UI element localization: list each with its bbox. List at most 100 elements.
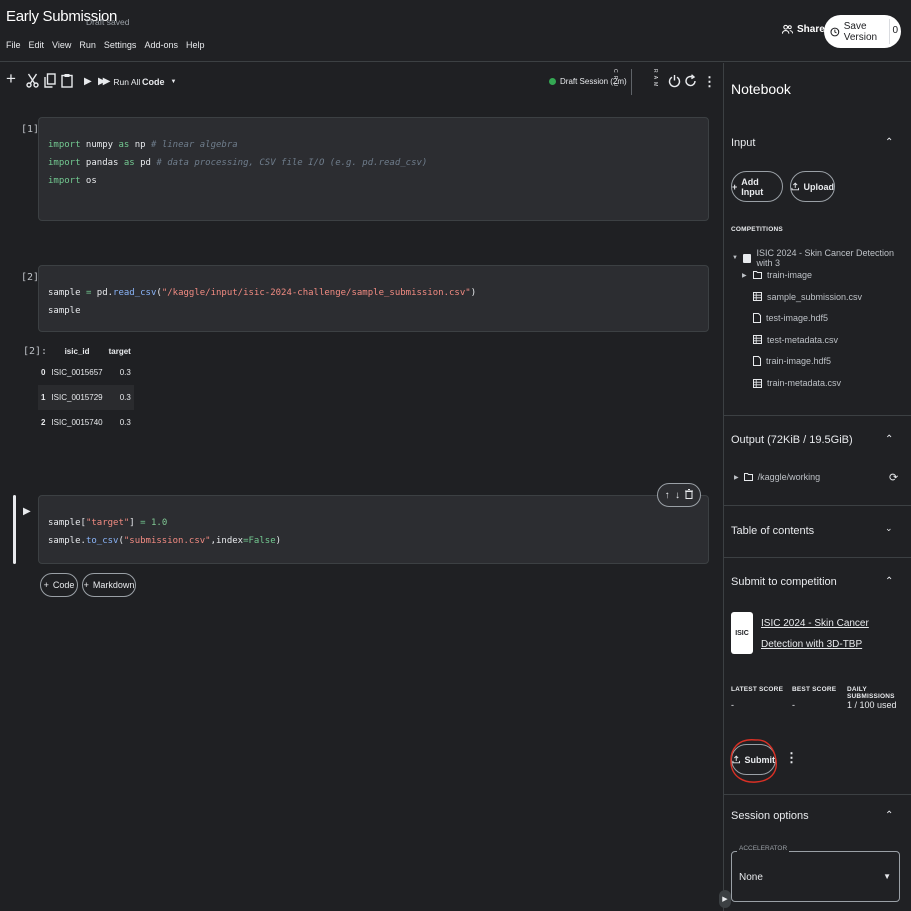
menu-help[interactable]: Help [186, 40, 205, 50]
copy-icon[interactable] [44, 73, 56, 88]
save-version-divider [889, 19, 890, 44]
chevron-up-icon[interactable]: ⌃ [885, 576, 893, 587]
code-token: False [248, 536, 276, 546]
table-row: 2 ISIC_0015740 0.3 [38, 410, 134, 435]
move-up-icon[interactable]: ↑ [665, 490, 670, 501]
section-divider [724, 557, 911, 558]
code-token: pd [134, 158, 157, 168]
history-icon [830, 27, 840, 36]
latest-score-value: - [731, 700, 734, 710]
file-tree-item[interactable]: sample_submission.csv [742, 292, 862, 302]
file-tree-item[interactable]: train-metadata.csv [742, 378, 841, 388]
file-icon [753, 356, 761, 367]
file-tree-item[interactable]: test-metadata.csv [742, 335, 838, 345]
run-all-label: Run All [113, 76, 141, 87]
table-header-index [38, 342, 48, 360]
menu-file[interactable]: File [6, 40, 21, 50]
code-cell-2[interactable]: sample = pd.read_csv("/kaggle/input/isic… [38, 265, 709, 332]
table-cell: 0.3 [105, 360, 134, 385]
caret-right-icon: ▶ [734, 474, 739, 481]
fast-forward-icon: ▶▶ [98, 76, 111, 87]
run-cell-icon[interactable]: ▶ [84, 76, 92, 87]
caret-down-icon: ▼ [732, 255, 738, 261]
add-cell-icon[interactable]: + [6, 69, 16, 89]
output-folder[interactable]: ▶ /kaggle/working [734, 472, 820, 482]
file-tree-item[interactable]: train-image.hdf5 [742, 356, 831, 367]
chevron-up-icon[interactable]: ⌃ [885, 810, 893, 821]
competition-link[interactable]: ISIC 2024 - Skin Cancer Detection with 3… [761, 613, 901, 655]
more-vert-icon[interactable]: ⋮ [703, 74, 716, 90]
menu-run[interactable]: Run [79, 40, 96, 50]
save-version-button[interactable]: Save Version 0 [824, 15, 901, 48]
add-markdown-label: Markdown [92, 580, 135, 590]
cell-type-select[interactable]: Code ▼ [142, 77, 176, 87]
toc-section-title[interactable]: Table of contents [731, 525, 814, 537]
share-button[interactable]: Share [782, 24, 825, 35]
best-score-label: BEST SCORE [792, 686, 837, 693]
add-markdown-cell-button[interactable]: + Markdown [82, 573, 136, 597]
app-header: Early Submission Draft saved File Edit V… [0, 0, 911, 62]
chevron-down-icon[interactable]: ⌄ [885, 523, 893, 534]
code-cell-3[interactable]: sample["target"] = 1.0 sample.to_csv("sub… [38, 495, 709, 564]
add-input-button[interactable]: + Add Input [731, 171, 783, 202]
plus-icon: + [83, 580, 89, 590]
submit-more-icon[interactable]: ⋮ [785, 750, 798, 766]
table-row: 0 ISIC_0015657 0.3 [38, 360, 134, 385]
code-token: sample [48, 306, 81, 316]
code-cell-1[interactable]: import numpy as np # linear algebra impor… [38, 117, 709, 221]
code-token: ) [470, 288, 477, 298]
code-token: as [123, 158, 135, 168]
code-token: import [48, 140, 81, 150]
run-cell-button[interactable]: ▶ [23, 506, 31, 517]
move-down-icon[interactable]: ↓ [675, 490, 680, 501]
upload-button[interactable]: Upload [790, 171, 835, 202]
accelerator-value: None [739, 872, 763, 883]
file-tree-item[interactable]: ▶ train-image [742, 270, 812, 280]
plus-icon: + [43, 580, 49, 590]
menu-settings[interactable]: Settings [104, 40, 137, 50]
add-code-cell-button[interactable]: + Code [40, 573, 78, 597]
delete-icon[interactable] [685, 488, 694, 502]
accelerator-select[interactable]: ACCELERATOR None ▼ [731, 845, 900, 902]
table-cell: 1 [38, 385, 49, 410]
code-token: # data processing, CSV file I/O (e.g. pd… [156, 158, 428, 168]
collapse-panel-handle[interactable]: ▶ [719, 890, 731, 908]
section-divider [724, 794, 911, 795]
menu-edit[interactable]: Edit [29, 40, 45, 50]
dataframe-output: isic_id target 0 ISIC_0015657 0.3 1 ISIC… [38, 342, 134, 435]
file-name: sample_submission.csv [767, 291, 863, 302]
file-name: test-image.hdf5 [766, 313, 829, 324]
panel-title: Notebook [731, 81, 791, 97]
file-tree-item[interactable]: test-image.hdf5 [742, 313, 829, 324]
share-people-icon [782, 24, 793, 34]
input-section-title[interactable]: Input [731, 137, 755, 149]
power-icon[interactable] [668, 74, 681, 88]
chevron-up-icon[interactable]: ⌃ [885, 434, 893, 445]
save-version-count[interactable]: 0 [892, 25, 898, 36]
output-section-title[interactable]: Output (72KiB / 19.5GiB) [731, 434, 853, 446]
daily-submissions-label: DAILY SUBMISSIONS [847, 686, 895, 700]
file-name: train-image [767, 270, 813, 280]
submit-section-title[interactable]: Submit to competition [731, 576, 837, 588]
menu-add-ons[interactable]: Add-ons [144, 40, 178, 50]
best-score-value: - [792, 700, 795, 710]
restart-icon[interactable] [684, 74, 697, 88]
menu-view[interactable]: View [52, 40, 71, 50]
competitions-label: COMPETITIONS [731, 226, 783, 233]
session-section-title[interactable]: Session options [731, 810, 809, 822]
code-line: import pandas as pd # data processing, C… [48, 154, 708, 172]
code-token: sample. [48, 536, 86, 546]
competition-tree-item[interactable]: ▼ ISIC 2024 - Skin Cancer Detection with… [732, 248, 911, 268]
code-line: sample["target"] = 1.0 [48, 514, 708, 532]
status-dot-icon [549, 78, 556, 85]
code-token: np [129, 140, 151, 150]
refresh-icon[interactable]: ⟳ [889, 471, 898, 484]
chevron-up-icon[interactable]: ⌃ [885, 137, 893, 148]
code-token: import [48, 176, 81, 186]
run-all-button[interactable]: ▶▶ Run All [98, 76, 140, 87]
code-line: sample.to_csv("submission.csv",index=Fal… [48, 532, 708, 550]
cut-icon[interactable] [26, 73, 39, 88]
active-cell-indicator [13, 495, 16, 564]
paste-icon[interactable] [61, 73, 73, 88]
table-cell: ISIC_0015740 [48, 410, 106, 435]
